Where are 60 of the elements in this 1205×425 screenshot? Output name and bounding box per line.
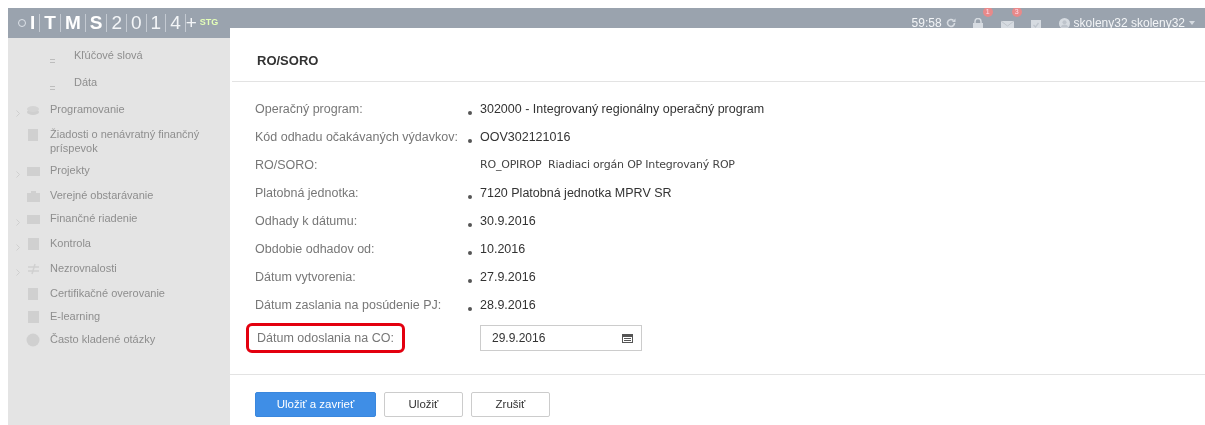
field-label: Odhady k dátumu: [255,212,359,230]
field-value: 30.9.2016 [480,212,536,230]
field-label: Platobná jednotka: [255,184,360,202]
sidebar-item[interactable]: Nezrovnalosti [50,261,117,276]
sidebar-item[interactable]: Programovanie [50,102,125,116]
bullet-dot [468,195,472,199]
bullet-dot [468,223,472,227]
user-menu[interactable]: skoleny32 skoleny32 [1073,14,1185,32]
logo-digit: 1 [146,14,167,32]
bullet-dot [468,139,472,143]
sidebar-item[interactable]: Verejné obstarávanie [50,188,154,202]
field-value: 7120 Platobná jednotka MPRV SR [480,184,672,202]
logo-letter: T [40,14,61,32]
field-value: OOV302121016 [480,128,571,146]
bullet-dot [468,251,472,255]
calendar-icon[interactable] [622,333,633,343]
field-label: RO/SORO: [255,156,319,174]
button[interactable]: Uložiť a zavrieť [255,392,376,417]
logo-digit: 0 [127,14,147,32]
bullet-icon [50,59,55,64]
field-value: 10.2016 [480,240,526,258]
user-icon [1058,17,1070,29]
environment-label: STG [199,16,219,30]
bullet-icon [50,86,55,91]
sidebar-item[interactable]: Žiadosti o nenávratný finančný príspevok [50,127,230,155]
refresh-icon[interactable] [945,18,956,28]
session-timer: 59:58 [911,15,942,32]
sidebar-item[interactable]: Kľúčové slová [74,48,143,62]
dialog-title: RO/SORO [257,52,320,70]
field-label: Operačný program: [255,100,364,118]
sidebar-item[interactable]: Dáta [74,75,98,89]
field-value: 27.9.2016 [480,268,536,286]
button[interactable]: Zrušiť [471,392,550,417]
logo-digit: 4 [166,14,186,32]
logo-digit: 2 [107,14,127,32]
field-value: RO_OPIROP Riadiaci orgán OP Integrovaný ROP [480,156,735,173]
sidebar-item[interactable]: E-learning [50,309,101,324]
app-icon [18,19,26,27]
field-label: Dátum vytvorenia: [255,268,357,286]
date-input[interactable]: 29.9.2016 [480,325,642,351]
sidebar-item[interactable]: Kontrola [50,236,91,251]
field-value: 28.9.2016 [480,296,536,314]
caret-icon[interactable] [1189,21,1195,25]
bullet-dot [468,279,472,283]
button[interactable]: Uložiť [384,392,463,417]
field-value: 302000 - Integrovaný regionálny operačný program [480,100,765,118]
field-label: Kód odhadu očakávaných výdavkov: [255,128,459,146]
bullet-dot [468,111,472,115]
bullet-dot [468,307,472,311]
field-label: Dátum odoslania na CO: [246,322,405,354]
sidebar-item[interactable]: Často kladené otázky [50,332,156,347]
sidebar-item[interactable]: Certifikačné overovanie [50,286,165,301]
logo-letter: I [26,14,41,32]
logo-letter: S [85,14,108,32]
logo-plus: + [185,10,197,35]
sidebar-item[interactable]: Projekty [50,163,90,177]
field-label: Obdobie odhadov od: [255,240,376,258]
sidebar-item[interactable]: Finančné riadenie [50,211,138,226]
logo-letter: M [60,14,86,32]
field-label: Dátum zaslania na posúdenie PJ: [255,296,443,314]
